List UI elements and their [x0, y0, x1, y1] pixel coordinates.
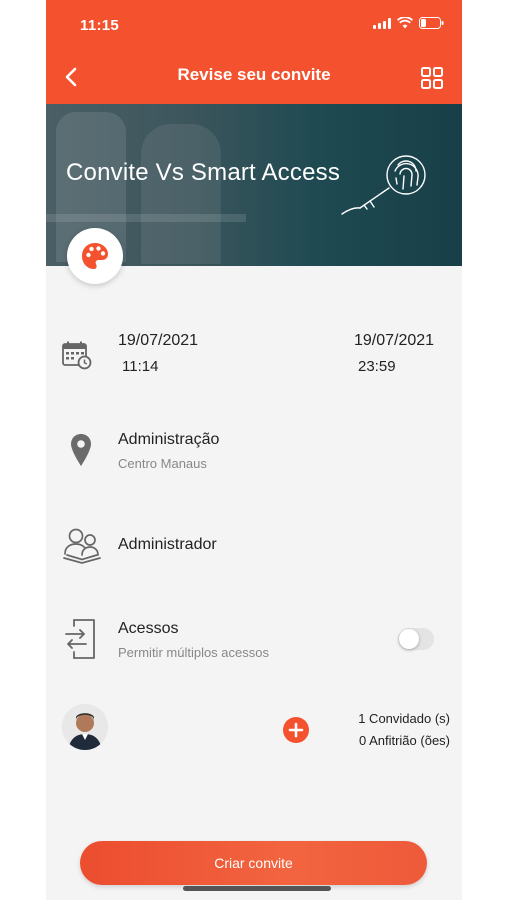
palette-button[interactable] [67, 228, 123, 284]
home-indicator [183, 886, 331, 891]
grid-icon[interactable] [420, 66, 444, 90]
banner-title: Convite Vs Smart Access [66, 159, 341, 186]
role-name[interactable]: Administrador [118, 536, 217, 554]
plus-icon [288, 722, 304, 738]
hosts-count: 0 Anfitrião (ões) [358, 733, 450, 748]
palette-icon [82, 243, 108, 269]
app-screen: 11:15 Revise seu convite Convite Vs Smar… [46, 0, 462, 900]
create-invite-button[interactable]: Criar convite [80, 841, 427, 885]
banner-photo-desk [46, 214, 246, 222]
avatar[interactable] [62, 704, 108, 750]
start-time[interactable]: 11:14 [122, 358, 158, 375]
banner-photo-figure [141, 124, 221, 264]
status-icons [373, 17, 444, 29]
status-time: 11:15 [80, 17, 120, 34]
battery-icon [419, 17, 444, 29]
user-photo-icon [62, 704, 108, 750]
status-bar: 11:15 [46, 0, 462, 52]
invited-count: 1 Convidado (s) [358, 711, 450, 726]
access-title: Acessos [118, 620, 179, 637]
start-date[interactable]: 19/07/2021 [118, 332, 198, 350]
access-subtitle: Permitir múltiplos acessos [118, 645, 269, 660]
multiple-access-toggle[interactable] [398, 628, 434, 650]
location-pin-icon [71, 434, 91, 466]
toggle-knob [399, 629, 419, 649]
calendar-clock-icon [62, 341, 92, 370]
location-name[interactable]: Administração [118, 431, 219, 449]
fingerprint-key-icon [341, 155, 426, 215]
end-time[interactable]: 23:59 [358, 358, 396, 375]
end-date[interactable]: 19/07/2021 [354, 332, 434, 350]
page-title: Revise seu convite [177, 65, 331, 84]
signal-icon [373, 17, 391, 29]
group-icon [63, 528, 101, 564]
add-guest-button[interactable] [283, 717, 309, 743]
location-subtitle: Centro Manaus [118, 456, 207, 471]
wifi-icon [397, 17, 413, 29]
nav-bar: Revise seu convite [46, 52, 462, 104]
door-exchange-icon [65, 619, 95, 659]
